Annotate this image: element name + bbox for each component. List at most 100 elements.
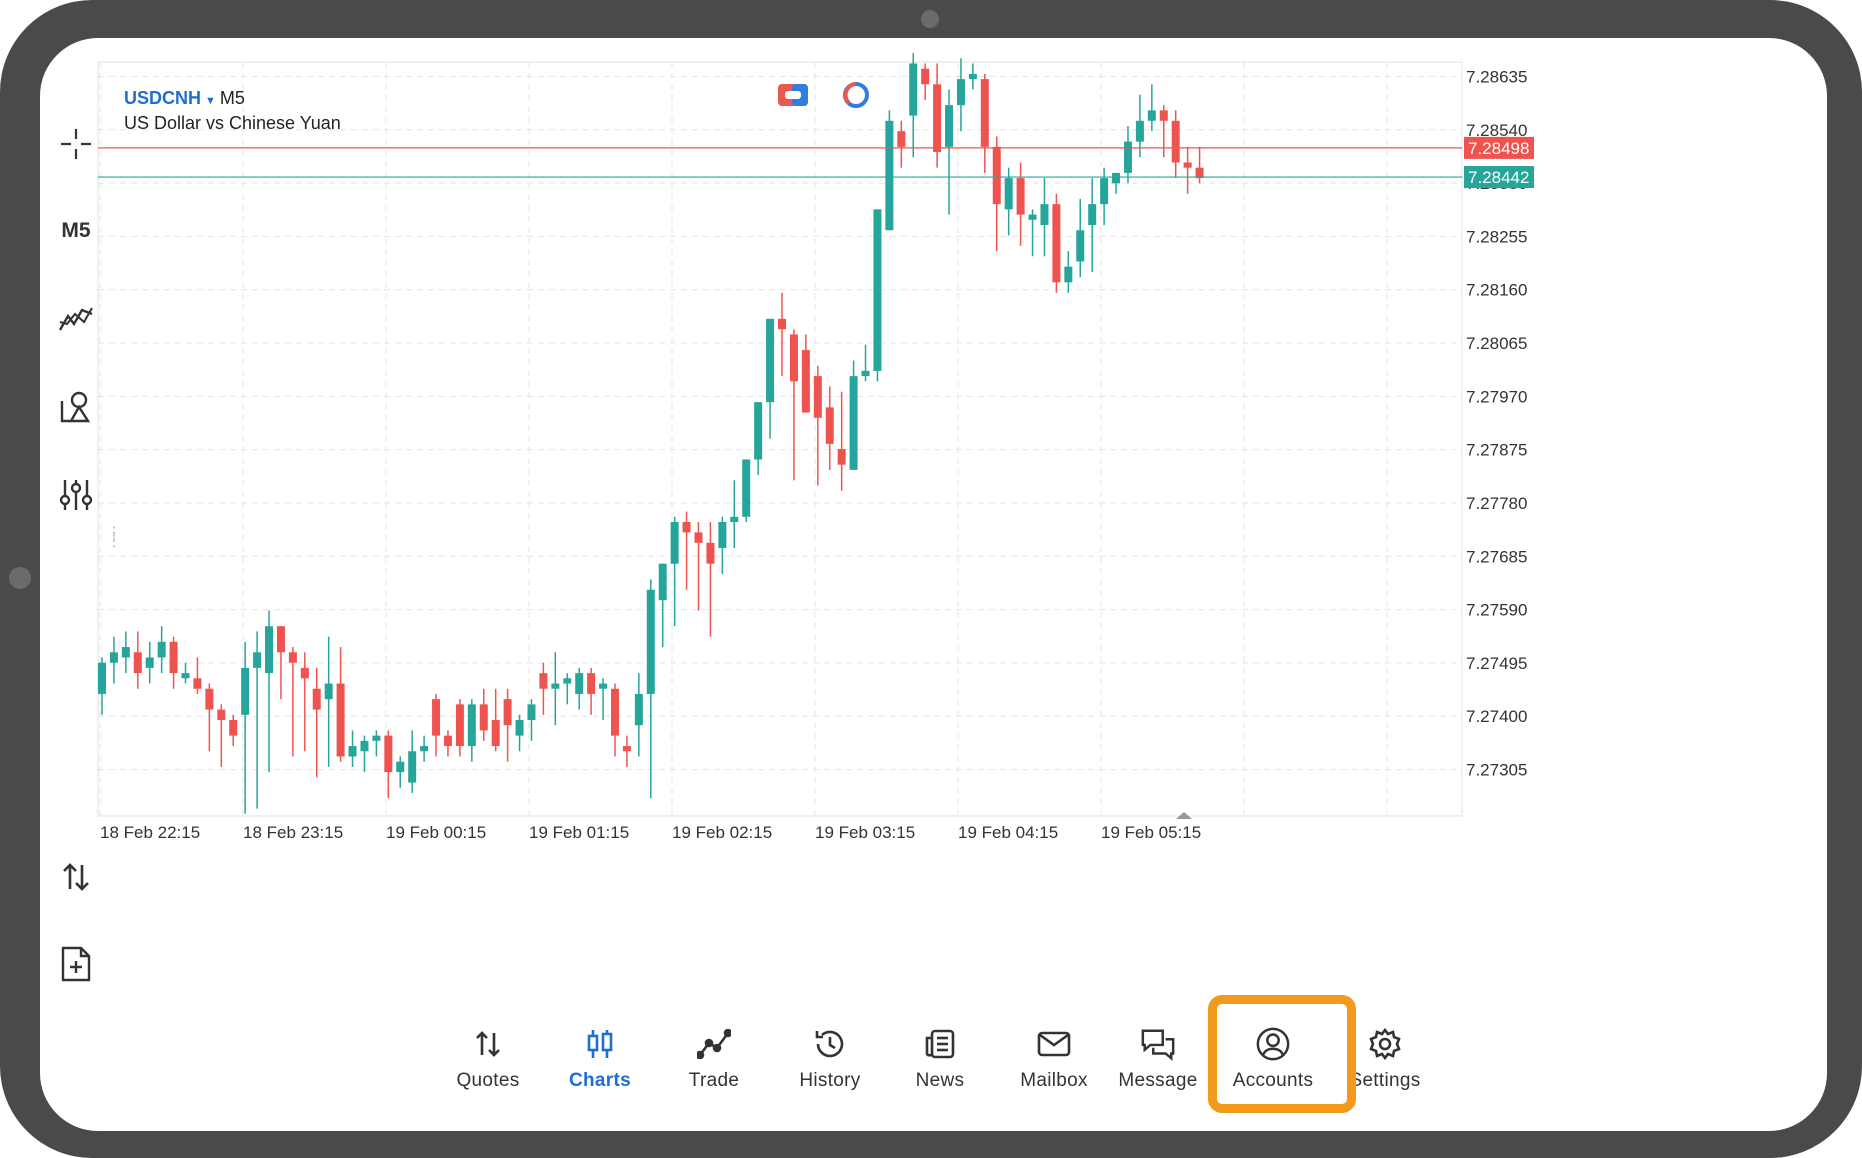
y-tick-label: 7.27970 [1466,387,1527,406]
candle-body [742,459,751,517]
candle-body [1159,110,1168,121]
candle-body [420,746,429,752]
candle-body [1088,204,1097,225]
tablet-frame: 7.286357.285407.283507.282557.281607.280… [0,0,1862,1158]
candle-body [956,79,965,106]
candle-body [241,667,250,715]
trade-line-icon [696,1026,732,1062]
candle-body [229,720,238,736]
candle-body [706,542,715,564]
y-tick-label: 7.28635 [1466,68,1527,87]
candle-body [1016,178,1025,215]
accounts-highlight [1208,995,1356,1113]
new-order-icon[interactable] [52,940,100,988]
x-tick-label: 19 Feb 04:15 [958,823,1058,842]
history-clock-icon [812,1026,848,1062]
candle-body [1076,230,1085,262]
candle-body [897,131,906,147]
candle-body [921,68,930,85]
ask-price-label: 7.28498 [1468,139,1529,158]
candle-body [849,376,858,470]
candle-body [539,673,548,689]
symbol-row[interactable]: USDCNH ▼ M5 [124,88,341,109]
nav-charts-label: Charts [569,1070,631,1091]
candle-body [873,209,882,371]
settings-sliders-icon[interactable] [52,471,100,519]
candle-body [193,678,202,689]
nav-mailbox[interactable]: Mailbox [996,1003,1112,1115]
quotes-arrows-icon [470,1026,506,1062]
candle-body [372,735,381,741]
trade-arrows-icon[interactable] [52,853,100,901]
candle-body [610,688,619,736]
message-bubbles-icon [1140,1026,1176,1062]
y-tick-label: 7.27780 [1466,494,1527,513]
candle-body [646,589,655,694]
candle-body [1052,204,1061,283]
candle-body [384,735,393,773]
nav-trade[interactable]: Trade [659,1003,769,1115]
symbol-dropdown-icon[interactable]: ▼ [205,95,216,107]
candle-body [300,667,309,679]
charts-candles-icon [582,1026,618,1062]
candle-body [217,709,226,720]
nav-quotes-label: Quotes [456,1070,520,1091]
nav-message-label: Message [1118,1070,1198,1091]
x-tick-label: 18 Feb 23:15 [243,823,343,842]
mailbox-envelope-icon [1036,1026,1072,1062]
candle-body [491,720,500,747]
candle-body [133,652,142,674]
crosshair-icon[interactable] [52,120,100,168]
price-chart[interactable]: 7.286357.285407.283507.282557.281607.280… [40,38,1827,1003]
candle-body [754,402,763,460]
candle-body [658,563,667,601]
candle-body [276,626,285,653]
x-tick-label: 19 Feb 00:15 [386,823,486,842]
news-book-icon [922,1026,958,1062]
indicators-icon[interactable] [52,295,100,343]
candle-body [778,318,787,330]
nav-history-label: History [799,1070,861,1091]
candle-body [813,376,822,418]
candle-body [563,678,572,684]
left-toolbar: M5 ⋮ ⋮ [40,38,122,1038]
objects-icon[interactable] [52,383,100,431]
candle-body [169,641,178,674]
candle-body [396,761,405,773]
candle-body [455,704,464,747]
y-tick-label: 7.27875 [1466,441,1527,460]
x-tick-label: 19 Feb 01:15 [529,823,629,842]
candle-body [1123,141,1132,173]
x-tick-label: 19 Feb 05:15 [1101,823,1201,842]
y-tick-label: 7.28255 [1466,227,1527,246]
nav-message[interactable]: Message [1108,1003,1208,1115]
candle-body [980,79,989,147]
candle-body [801,350,810,413]
symbol-name[interactable]: USDCNH [124,88,201,108]
symbol-description: US Dollar vs Chinese Yuan [124,113,341,133]
panel-grip-icon[interactable]: ⋮ ⋮ [106,526,122,550]
x-tick-label: 19 Feb 03:15 [815,823,915,842]
candle-body [1112,172,1121,184]
candle-body [181,673,190,679]
nav-news[interactable]: News [890,1003,990,1115]
nav-mailbox-label: Mailbox [1020,1070,1088,1091]
y-tick-label: 7.28065 [1466,334,1527,353]
candle-body [992,146,1001,205]
candle-body [1100,178,1109,205]
candle-body [527,704,536,720]
chart-header: USDCNH ▼ M5 US Dollar vs Chinese Yuan [124,88,341,134]
candle-body [933,84,942,153]
nav-history[interactable]: History [771,1003,889,1115]
candle-body [432,699,441,736]
candle-body [515,720,524,736]
candle-body [312,688,321,710]
candle-body [157,641,166,658]
candle-body [121,647,130,658]
app-screen: 7.286357.285407.283507.282557.281607.280… [40,38,1827,1131]
nav-news-label: News [915,1070,965,1091]
candle-body [694,532,703,543]
nav-quotes[interactable]: Quotes [433,1003,543,1115]
nav-charts[interactable]: Charts [545,1003,655,1115]
timeframe-button[interactable]: M5 [52,207,100,255]
